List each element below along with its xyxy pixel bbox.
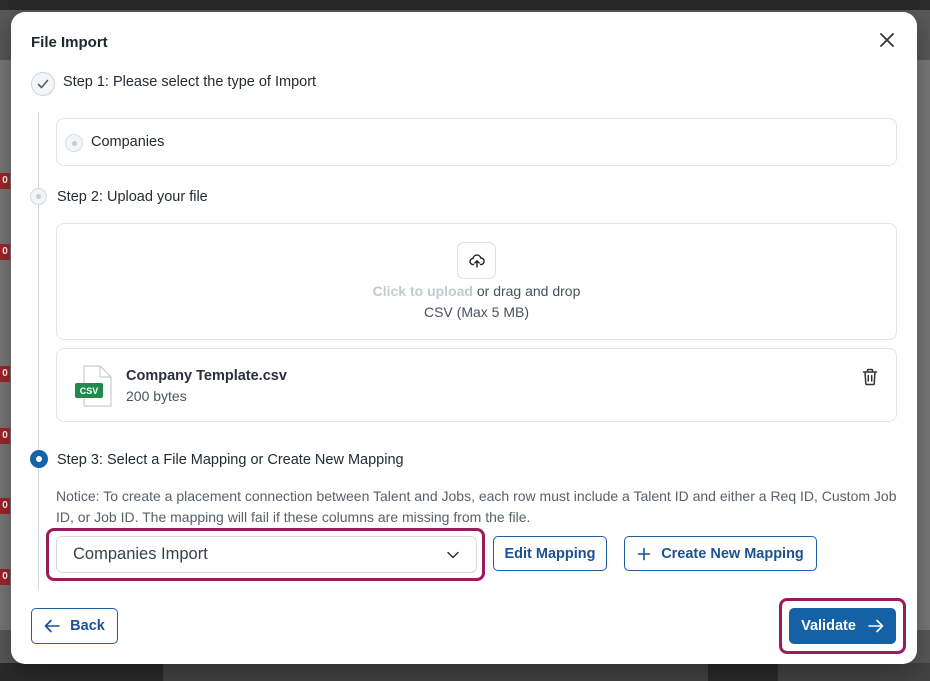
close-icon — [880, 33, 894, 47]
file-import-modal: File Import Step 1: Please select the ty… — [11, 12, 917, 664]
background-badge: 0 — [0, 498, 10, 514]
edit-mapping-label: Edit Mapping — [504, 545, 596, 562]
click-to-upload-link[interactable]: Click to upload — [373, 283, 473, 299]
mapping-notice: Notice: To create a placement connection… — [56, 488, 897, 525]
step2-indicator-icon — [30, 188, 47, 205]
background-badge: 0 — [0, 366, 10, 382]
file-upload-dropzone[interactable]: Click to upload or drag and drop CSV (Ma… — [56, 223, 897, 340]
edit-mapping-button[interactable]: Edit Mapping — [493, 536, 607, 571]
create-new-mapping-label: Create New Mapping — [661, 545, 804, 562]
step3-active-icon — [30, 450, 48, 468]
uploaded-file-card: CSV Company Template.csv 200 bytes — [56, 348, 897, 422]
import-type-option-companies[interactable]: Companies — [56, 118, 897, 166]
background-badge: 0 — [0, 428, 10, 444]
checkmark-icon — [37, 79, 49, 89]
back-label: Back — [70, 618, 105, 634]
background-header — [0, 0, 930, 10]
drag-drop-text: or drag and drop — [472, 283, 581, 299]
modal-title: File Import — [31, 34, 108, 51]
create-new-mapping-button[interactable]: Create New Mapping — [624, 536, 817, 571]
background-right-column — [916, 60, 930, 630]
background-footer-card — [163, 663, 708, 681]
stepper-line — [38, 112, 39, 590]
close-button[interactable] — [877, 30, 897, 50]
upload-icon — [457, 242, 496, 279]
background-badge: 0 — [0, 569, 10, 585]
companies-radio[interactable] — [65, 134, 83, 152]
upload-constraints: CSV (Max 5 MB) — [423, 304, 529, 320]
file-name: Company Template.csv — [126, 368, 287, 384]
trash-icon — [862, 368, 878, 386]
upload-instructions: Click to upload or drag and drop — [57, 283, 896, 299]
step3-label: Step 3: Select a File Mapping or Create … — [57, 452, 404, 468]
background-badge: 0 — [0, 244, 10, 260]
file-mapping-select[interactable]: Companies Import — [56, 536, 477, 573]
arrow-left-icon — [44, 619, 60, 633]
background-left-column — [0, 60, 11, 630]
chevron-down-icon — [447, 551, 459, 559]
background-badge: 0 — [0, 173, 10, 189]
file-size: 200 bytes — [126, 388, 187, 404]
step1-label: Step 1: Please select the type of Import — [63, 74, 317, 90]
back-button[interactable]: Back — [31, 608, 118, 644]
import-type-label: Companies — [91, 134, 165, 150]
file-mapping-selected-value: Companies Import — [73, 545, 208, 563]
validate-label: Validate — [801, 618, 856, 634]
background-footer-card — [778, 663, 930, 681]
arrow-right-icon — [868, 619, 884, 633]
step1-complete-icon — [31, 72, 55, 96]
plus-icon — [637, 547, 651, 560]
csv-badge-text: CSV — [80, 386, 99, 396]
step2-label: Step 2: Upload your file — [57, 189, 208, 205]
validate-button[interactable]: Validate — [789, 608, 896, 644]
csv-file-icon: CSV — [75, 365, 112, 407]
delete-file-button[interactable] — [860, 367, 880, 387]
